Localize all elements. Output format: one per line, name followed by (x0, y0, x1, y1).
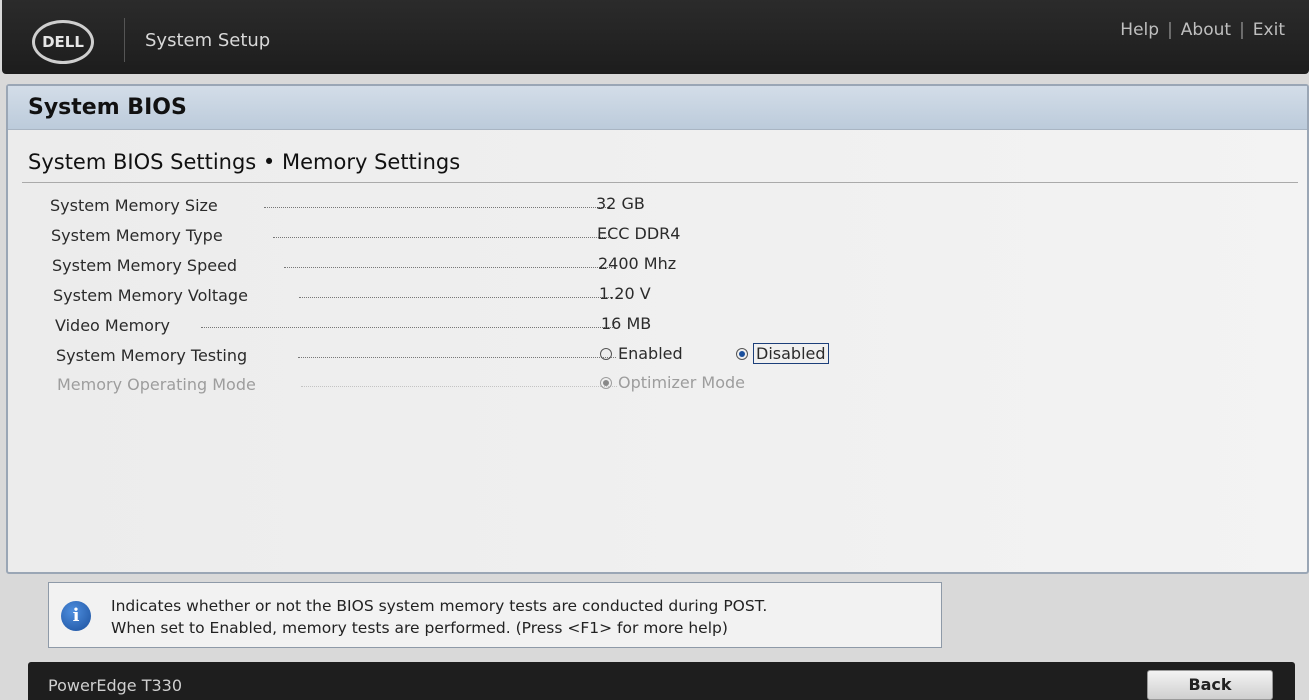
setting-row-memory-speed: System Memory Speed 2400 Mhz (52, 254, 1252, 278)
top-bar: DELL System Setup Help | About | Exit (2, 0, 1309, 74)
setting-label: Memory Operating Mode (57, 375, 256, 394)
info-icon: i (61, 601, 91, 631)
link-separator: | (1167, 20, 1173, 40)
setting-row-memory-type: System Memory Type ECC DDR4 (51, 224, 1251, 248)
dot-leader (284, 267, 612, 268)
help-text: Indicates whether or not the BIOS system… (111, 595, 767, 639)
app-title: System Setup (145, 30, 271, 51)
setting-value: 2400 Mhz (598, 254, 677, 273)
dot-leader (301, 386, 617, 387)
link-separator: | (1239, 20, 1245, 40)
back-button[interactable]: Back (1147, 670, 1273, 700)
help-box: i Indicates whether or not the BIOS syst… (48, 582, 942, 648)
radio-on-icon (736, 348, 748, 360)
dot-leader (201, 327, 615, 328)
dot-leader (264, 207, 610, 208)
radio-on-icon (600, 377, 612, 389)
help-line: When set to Enabled, memory tests are pe… (111, 619, 728, 637)
setting-row-memory-size: System Memory Size 32 GB (50, 194, 1250, 218)
section-divider (22, 182, 1298, 183)
header-links: Help | About | Exit (1120, 20, 1285, 40)
setting-label: System Memory Type (51, 226, 223, 245)
setting-value: 1.20 V (599, 284, 651, 303)
dell-logo: DELL (32, 20, 94, 64)
radio-enabled[interactable]: Enabled (600, 344, 683, 363)
dot-leader (273, 237, 611, 238)
setting-row-memory-testing[interactable]: System Memory Testing Enabled Disabled (56, 343, 1256, 368)
settings-panel: System BIOS System BIOS Settings • Memor… (6, 84, 1309, 574)
setting-value: 32 GB (596, 194, 645, 213)
system-model: PowerEdge T330 (48, 676, 183, 695)
radio-label: Disabled (753, 343, 829, 364)
setting-label: System Memory Size (50, 196, 218, 215)
exit-link[interactable]: Exit (1253, 20, 1285, 40)
section-title: System BIOS Settings • Memory Settings (28, 150, 461, 174)
header-divider (124, 18, 125, 62)
setting-label: System Memory Voltage (53, 286, 248, 305)
setting-label: System Memory Speed (52, 256, 238, 275)
radio-label: Enabled (618, 344, 683, 363)
dot-leader (299, 297, 613, 298)
setting-value: 16 MB (601, 314, 652, 333)
radio-optimizer-mode: Optimizer Mode (600, 373, 745, 392)
radio-disabled[interactable]: Disabled (736, 343, 829, 364)
setting-label: System Memory Testing (56, 346, 248, 365)
setting-label: Video Memory (55, 316, 170, 335)
setting-row-operating-mode: Memory Operating Mode Optimizer Mode (57, 373, 1257, 397)
radio-label: Optimizer Mode (618, 373, 745, 392)
radio-off-icon (600, 348, 612, 360)
dot-leader (298, 357, 616, 358)
panel-title: System BIOS (8, 86, 1307, 130)
about-link[interactable]: About (1181, 20, 1231, 40)
help-link[interactable]: Help (1120, 20, 1159, 40)
setting-row-memory-voltage: System Memory Voltage 1.20 V (53, 284, 1253, 308)
bottom-bar: PowerEdge T330 Back (28, 662, 1295, 700)
setting-row-video-memory: Video Memory 16 MB (55, 314, 1255, 338)
help-line: Indicates whether or not the BIOS system… (111, 597, 768, 615)
setting-value: ECC DDR4 (597, 224, 681, 243)
